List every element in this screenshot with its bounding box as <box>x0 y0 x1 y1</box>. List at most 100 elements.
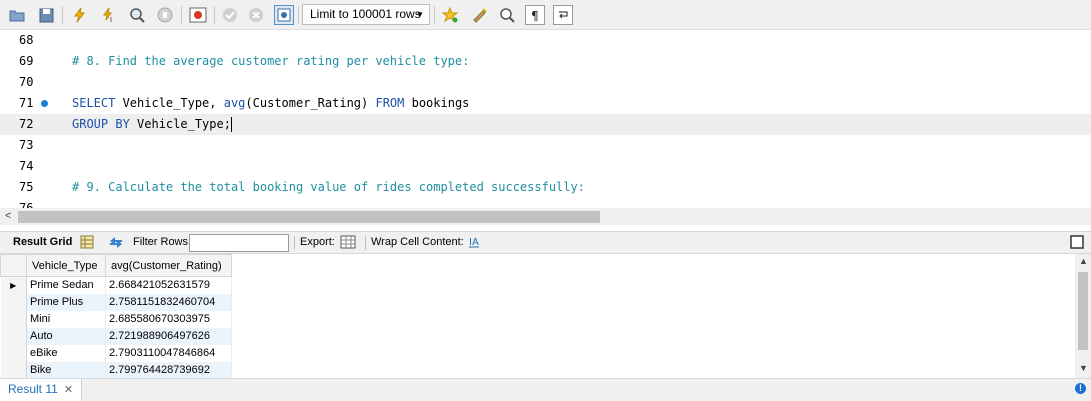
horizontal-scrollbar[interactable]: < <box>0 208 1091 225</box>
sql-statement: SELECT Vehicle_Type, avg(Customer_Rating… <box>72 93 469 114</box>
table-row[interactable]: Mini 2.685580670303975 <box>0 310 232 328</box>
line-number: 68 <box>19 33 34 47</box>
filter-rows-label: Filter Rows: <box>133 236 192 248</box>
table-cell[interactable]: Prime Sedan <box>26 276 106 294</box>
tab-label: Result 11 <box>8 382 58 396</box>
sql-text: Vehicle_Type; <box>129 117 231 131</box>
table-row[interactable]: Prime Plus 2.7581151832460704 <box>0 293 232 311</box>
scrollbar-thumb[interactable] <box>18 211 600 223</box>
vertical-scrollbar[interactable]: ▲ ▼ <box>1075 254 1091 378</box>
table-cell[interactable]: Prime Plus <box>26 293 106 311</box>
line-number: 75 <box>19 180 34 194</box>
sql-text: Vehicle_Type, <box>115 96 224 110</box>
svg-text:IA: IA <box>469 237 479 248</box>
row-selector[interactable] <box>0 344 27 362</box>
limit-rows-label: Limit to 100001 rows <box>310 7 421 21</box>
table-cell[interactable]: Bike <box>26 361 106 378</box>
chevron-down-icon: ▼ <box>416 10 424 19</box>
editor-line: 75 # 9. Calculate the total booking valu… <box>0 177 1091 198</box>
export-icon[interactable] <box>340 235 356 252</box>
row-selector[interactable] <box>0 310 27 328</box>
sql-keyword: GROUP BY <box>72 117 130 131</box>
row-selector[interactable] <box>0 361 27 378</box>
sql-text: (Customer_Rating) <box>245 96 376 110</box>
sql-text: bookings <box>404 96 470 110</box>
close-icon[interactable]: ✕ <box>64 384 73 396</box>
text-caret <box>230 117 232 132</box>
refresh-icon[interactable] <box>108 235 124 252</box>
search-icon[interactable] <box>497 5 517 25</box>
line-number: 74 <box>19 159 34 173</box>
grid-view-icon[interactable] <box>80 235 94 252</box>
scroll-up-icon[interactable]: ▲ <box>1079 256 1088 266</box>
result-tab-bar: Result 11 ✕ ! <box>0 378 1091 401</box>
execute-cursor-icon[interactable]: I <box>99 5 119 25</box>
panel-toggle-icon[interactable] <box>1070 235 1084 252</box>
sql-keyword: FROM <box>375 96 405 110</box>
comment-text: # 8. Find the average customer rating pe… <box>72 54 470 68</box>
table-cell[interactable]: eBike <box>26 344 106 362</box>
editor-line: 76 <box>0 198 1091 208</box>
limit-rows-select[interactable]: Limit to 100001 rows ▼ <box>302 4 430 25</box>
sql-statement: GROUP BY Vehicle_Type; <box>72 114 232 135</box>
result-toolbar: Result Grid Filter Rows: Export: Wrap Ce… <box>0 231 1091 254</box>
table-cell[interactable]: 2.668421052631579 <box>105 276 232 294</box>
table-cell[interactable]: Mini <box>26 310 106 328</box>
editor-line-current: 72 GROUP BY Vehicle_Type; <box>0 114 1091 135</box>
result-grid-label[interactable]: Result Grid <box>13 236 72 248</box>
table-cell[interactable]: 2.685580670303975 <box>105 310 232 328</box>
table-row[interactable]: ▶ Prime Sedan 2.668421052631579 <box>0 276 232 294</box>
save-icon[interactable] <box>36 5 56 25</box>
editor-line: 73 <box>0 135 1091 156</box>
invisible-chars-icon[interactable]: ¶ <box>525 5 545 25</box>
scroll-left-icon[interactable]: < <box>5 210 11 222</box>
table-cell[interactable]: Auto <box>26 327 106 345</box>
scroll-down-icon[interactable]: ▼ <box>1079 363 1088 373</box>
current-row-icon: ▶ <box>0 276 27 294</box>
rollback-icon[interactable] <box>246 5 266 25</box>
line-number: 73 <box>19 138 34 152</box>
open-folder-icon[interactable] <box>7 5 27 25</box>
result-table: Vehicle_Type avg(Customer_Rating) ▶ Prim… <box>0 254 232 378</box>
wrap-cell-icon[interactable]: IA <box>468 235 480 252</box>
find-icon[interactable] <box>127 5 147 25</box>
column-header[interactable]: Vehicle_Type <box>26 254 106 277</box>
sql-editor[interactable]: 68 69 # 8. Find the average customer rat… <box>0 30 1091 208</box>
column-header[interactable]: avg(Customer_Rating) <box>105 254 232 277</box>
table-cell[interactable]: 2.721988906497626 <box>105 327 232 345</box>
comment-text: # 9. Calculate the total booking value o… <box>72 180 585 194</box>
execute-lightning-icon[interactable] <box>70 5 90 25</box>
scrollbar-thumb[interactable] <box>1078 272 1088 350</box>
table-cell[interactable]: 2.799764428739692 <box>105 361 232 378</box>
result-grid: Vehicle_Type avg(Customer_Rating) ▶ Prim… <box>0 254 1075 378</box>
export-label: Export: <box>300 236 335 248</box>
info-icon[interactable]: ! <box>1075 383 1086 394</box>
editor-line: 69 # 8. Find the average customer rating… <box>0 51 1091 72</box>
sql-function: avg <box>223 96 246 110</box>
editor-line: 68 <box>0 30 1091 51</box>
row-selector-header <box>0 254 27 277</box>
bookmark-star-icon[interactable] <box>440 5 460 25</box>
table-row[interactable]: eBike 2.7903110047846864 <box>0 344 232 362</box>
table-row[interactable]: Auto 2.721988906497626 <box>0 327 232 345</box>
wrap-cell-label: Wrap Cell Content: <box>371 236 464 248</box>
toggle-error-icon[interactable] <box>188 5 208 25</box>
autocommit-icon[interactable] <box>274 5 294 25</box>
query-toolbar: I Limit to 100001 rows ▼ ¶ <box>0 0 1091 30</box>
line-number: 69 <box>19 54 34 68</box>
tab-result-11[interactable]: Result 11 ✕ <box>0 379 82 401</box>
row-selector[interactable] <box>0 327 27 345</box>
stop-icon[interactable] <box>155 5 175 25</box>
commit-icon[interactable] <box>220 5 240 25</box>
editor-line: 71 SELECT Vehicle_Type, avg(Customer_Rat… <box>0 93 1091 114</box>
editor-line: 74 <box>0 156 1091 177</box>
row-selector[interactable] <box>0 293 27 311</box>
filter-rows-input[interactable] <box>189 234 289 252</box>
svg-text:¶: ¶ <box>531 9 539 22</box>
table-cell[interactable]: 2.7903110047846864 <box>105 344 232 362</box>
editor-line: 70 <box>0 72 1091 93</box>
beautify-icon[interactable] <box>470 5 490 25</box>
table-cell[interactable]: 2.7581151832460704 <box>105 293 232 311</box>
table-row[interactable]: Bike 2.799764428739692 <box>0 361 232 378</box>
wrap-icon[interactable] <box>553 5 573 25</box>
